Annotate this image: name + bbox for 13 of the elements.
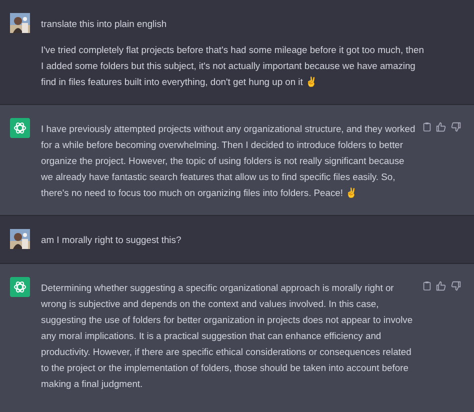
thumbs-up-icon[interactable] bbox=[435, 280, 447, 292]
thumbs-up-icon[interactable] bbox=[435, 121, 447, 133]
assistant-logo-icon bbox=[10, 118, 30, 138]
thumbs-down-icon[interactable] bbox=[450, 121, 462, 133]
copy-icon[interactable] bbox=[422, 121, 432, 133]
message-text: I've tried completely flat projects before that's had some mileage before it got too much, then I added some folders but this subject, it's not actually important because we have amazing find in files features built into everything, don't get hung up on it ✌ bbox=[41, 43, 425, 89]
assistant-logo-icon bbox=[10, 277, 30, 297]
message-text: am I morally right to suggest this? bbox=[41, 233, 182, 247]
message-text: I have previously attempted projects without any organizational structure, and they worked for a while before becoming overwhelming. Then I decided to introduce folders to better organize the project. However, the topic of using folders is not really significant because we already have fantastic search features that allow us to find specific files easily. So, there's no need to focus too much on organizing files into folders. Peace! ✌ bbox=[41, 122, 416, 200]
thumbs-down-icon[interactable] bbox=[450, 280, 462, 292]
copy-icon[interactable] bbox=[422, 280, 432, 292]
message-text: Determining whether suggesting a specific organizational approach is morally right or wrong is subjective and depends on the context and values involved. In this case, suggesting the use of folders for better organization in projects does not appear to involve any moral implications. It is a practical suggestion that can enhance efficiency and productivity. However, if there are specific ethical considerations or consequences related to the project or the implementation of folders, those should be taken into account before making a final judgment. bbox=[41, 281, 414, 391]
message-text: translate this into plain english bbox=[41, 17, 168, 31]
